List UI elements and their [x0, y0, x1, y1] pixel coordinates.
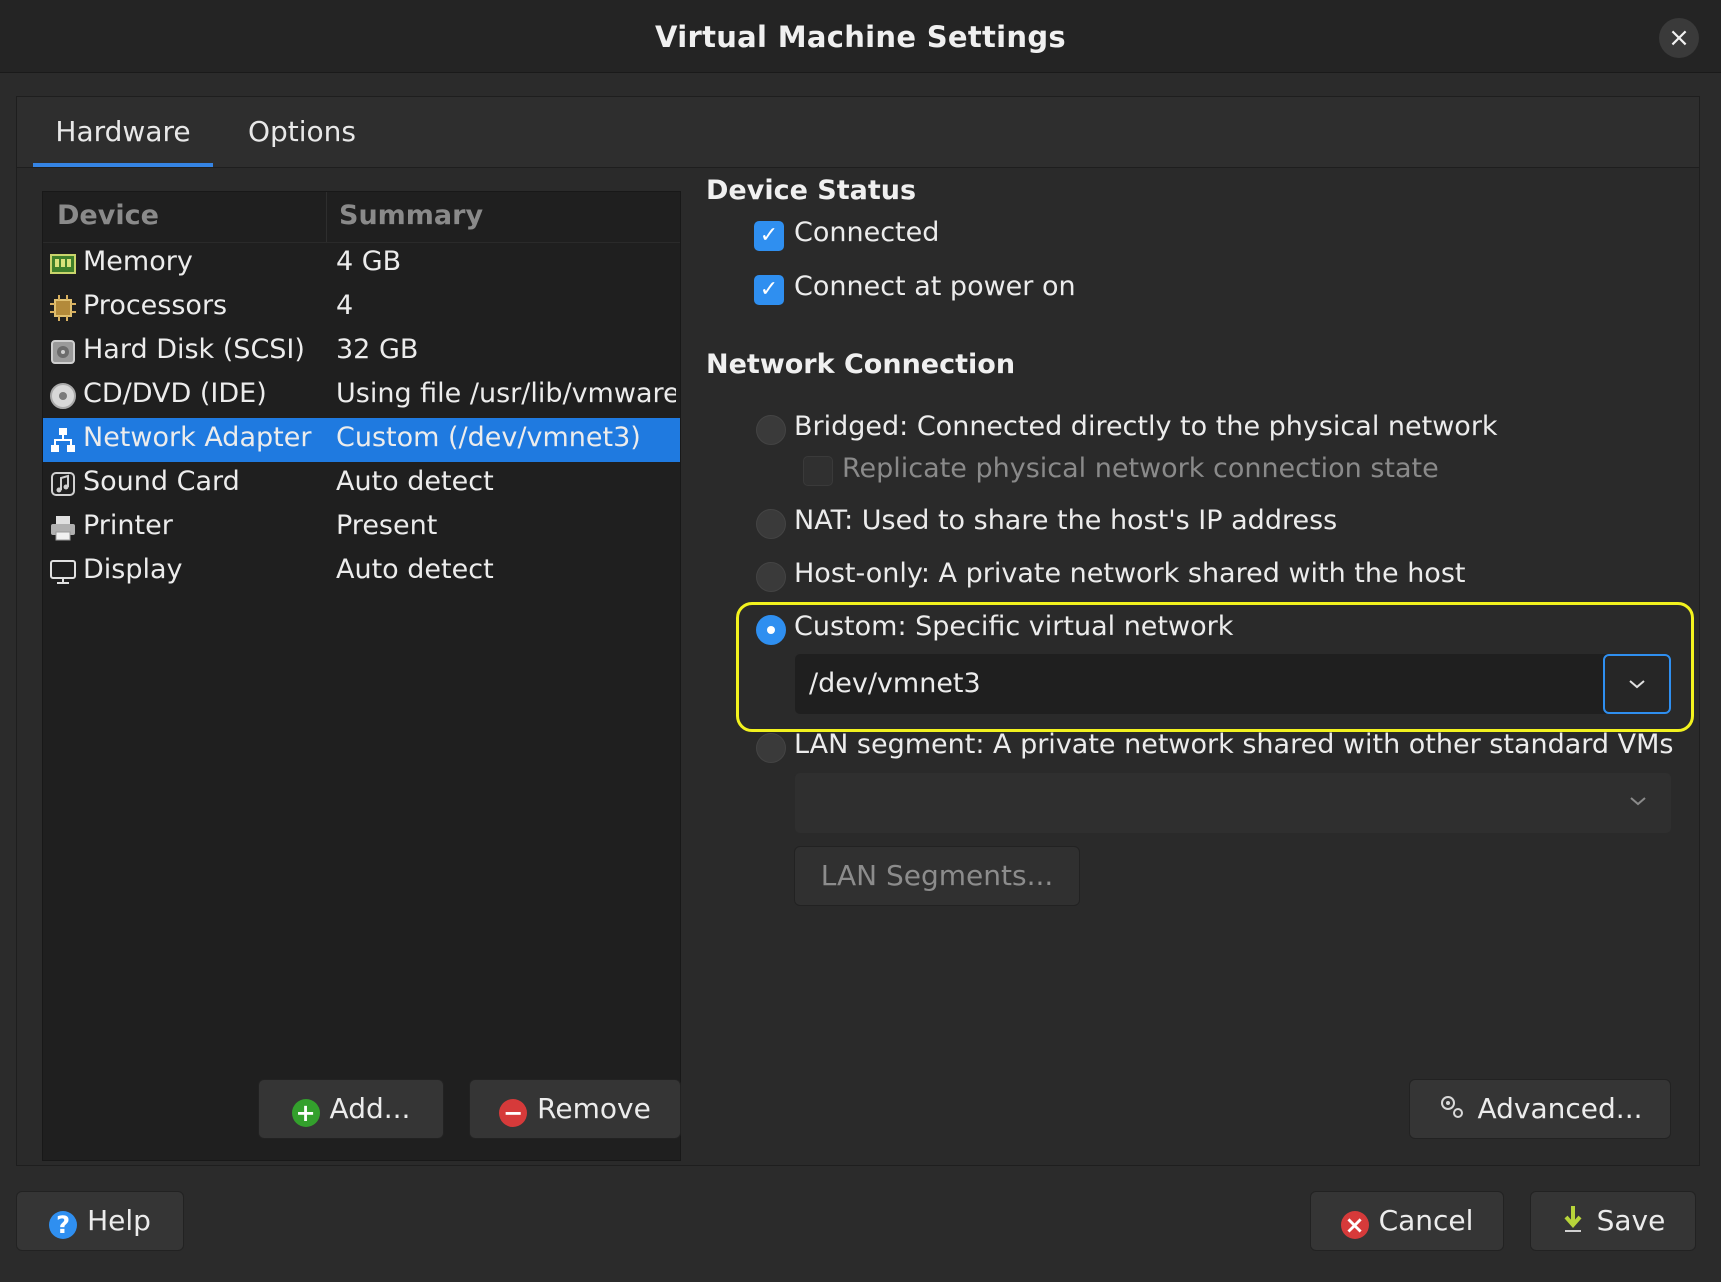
device-summary: 4	[336, 290, 354, 321]
save-button-label: Save	[1596, 1204, 1666, 1237]
cd-dvd-icon	[49, 382, 77, 410]
memory-icon	[49, 250, 77, 278]
column-separator	[326, 192, 327, 242]
tab-hardware[interactable]: Hardware	[33, 97, 213, 167]
window-title: Virtual Machine Settings	[655, 20, 1066, 54]
device-name: Sound Card	[83, 466, 240, 497]
bridged-radio[interactable]	[756, 415, 786, 445]
summary-column-header[interactable]: Summary	[339, 200, 483, 231]
display-icon	[49, 558, 77, 586]
device-name: Hard Disk (SCSI)	[83, 334, 305, 365]
device-row-cd-dvd[interactable]: CD/DVD (IDE) Using file /usr/lib/vmware/…	[43, 374, 680, 418]
device-name: CD/DVD (IDE)	[83, 378, 267, 409]
custom-radio[interactable]	[756, 615, 786, 645]
device-row-hard-disk[interactable]: Hard Disk (SCSI) 32 GB	[43, 330, 680, 374]
connected-label[interactable]: Connected	[794, 217, 939, 248]
device-summary: Present	[336, 510, 438, 541]
replicate-state-checkbox[interactable]	[803, 456, 833, 486]
lan-segment-label[interactable]: LAN segment: A private network shared wi…	[794, 729, 1673, 760]
cancel-icon: ×	[1340, 1211, 1369, 1239]
tab-options[interactable]: Options	[227, 97, 377, 167]
printer-icon	[49, 514, 77, 542]
advanced-button-label: Advanced...	[1477, 1092, 1643, 1125]
device-summary: Auto detect	[336, 466, 494, 497]
device-summary: 32 GB	[336, 334, 419, 365]
host-only-radio[interactable]	[756, 562, 786, 592]
save-button[interactable]: Save	[1530, 1191, 1696, 1251]
help-button-label: Help	[87, 1204, 151, 1237]
host-only-label[interactable]: Host-only: A private network shared with…	[794, 558, 1465, 589]
lan-segments-button[interactable]: LAN Segments...	[794, 846, 1080, 906]
custom-network-value: /dev/vmnet3	[809, 668, 981, 699]
nat-label[interactable]: NAT: Used to share the host's IP address	[794, 505, 1337, 536]
cancel-button-label: Cancel	[1378, 1204, 1474, 1237]
device-name: Printer	[83, 510, 173, 541]
remove-device-button[interactable]: − Remove	[469, 1079, 681, 1139]
device-row-printer[interactable]: Printer Present	[43, 506, 680, 550]
add-device-button[interactable]: + Add...	[258, 1079, 444, 1139]
minus-icon: −	[499, 1099, 528, 1127]
lan-segment-combo[interactable]	[794, 772, 1672, 834]
device-name: Memory	[83, 246, 193, 277]
help-button[interactable]: ? Help	[16, 1191, 184, 1251]
bridged-label[interactable]: Bridged: Connected directly to the physi…	[794, 411, 1498, 442]
custom-label[interactable]: Custom: Specific virtual network	[794, 611, 1233, 642]
tab-bar: Hardware Options	[17, 97, 1699, 168]
help-icon: ?	[49, 1211, 78, 1239]
nat-radio[interactable]	[756, 509, 786, 539]
save-arrow-icon	[1561, 1196, 1585, 1254]
device-list[interactable]: Device Summary Memory 4 GB Processors 4	[42, 191, 681, 1161]
custom-network-combo[interactable]: /dev/vmnet3	[794, 653, 1672, 715]
sound-card-icon	[49, 470, 77, 498]
connected-checkbox[interactable]: ✓	[754, 221, 784, 251]
device-column-header[interactable]: Device	[57, 200, 159, 231]
lan-segment-radio[interactable]	[756, 733, 786, 763]
processor-icon	[49, 294, 77, 322]
connect-at-power-on-checkbox[interactable]: ✓	[754, 275, 784, 305]
add-button-label: Add...	[329, 1092, 411, 1125]
remove-button-label: Remove	[537, 1092, 651, 1125]
device-list-header: Device Summary	[43, 192, 680, 243]
network-connection-title: Network Connection	[706, 349, 1016, 380]
network-icon	[49, 426, 77, 454]
device-summary: Using file /usr/lib/vmware/isoimages/lin…	[336, 378, 676, 409]
cancel-button[interactable]: × Cancel	[1310, 1191, 1504, 1251]
device-name: Display	[83, 554, 183, 585]
device-row-display[interactable]: Display Auto detect	[43, 550, 680, 594]
settings-notebook: Hardware Options Device Summary Memory 4…	[16, 96, 1700, 1166]
device-row-memory[interactable]: Memory 4 GB	[43, 242, 680, 286]
device-row-processors[interactable]: Processors 4	[43, 286, 680, 330]
plus-icon: +	[291, 1099, 320, 1127]
advanced-button[interactable]: Advanced...	[1409, 1079, 1671, 1139]
device-name: Processors	[83, 290, 228, 321]
device-summary: Auto detect	[336, 554, 494, 585]
close-button[interactable]: ×	[1659, 18, 1699, 58]
device-row-sound-card[interactable]: Sound Card Auto detect	[43, 462, 680, 506]
device-name: Network Adapter	[83, 422, 312, 453]
device-status-title: Device Status	[706, 175, 917, 206]
device-row-network-adapter[interactable]: Network Adapter Custom (/dev/vmnet3)	[43, 418, 680, 462]
title-bar: Virtual Machine Settings ×	[0, 0, 1721, 73]
hard-disk-icon	[49, 338, 77, 366]
device-summary: 4 GB	[336, 246, 402, 277]
replicate-state-label: Replicate physical network connection st…	[842, 453, 1439, 484]
device-summary: Custom (/dev/vmnet3)	[336, 422, 641, 453]
chevron-down-icon[interactable]	[1605, 773, 1671, 831]
vm-settings-window: Virtual Machine Settings × Hardware Opti…	[0, 0, 1721, 1282]
gear-icon	[1437, 1084, 1467, 1142]
chevron-down-icon[interactable]	[1603, 654, 1671, 714]
connect-at-power-on-label[interactable]: Connect at power on	[794, 271, 1076, 302]
